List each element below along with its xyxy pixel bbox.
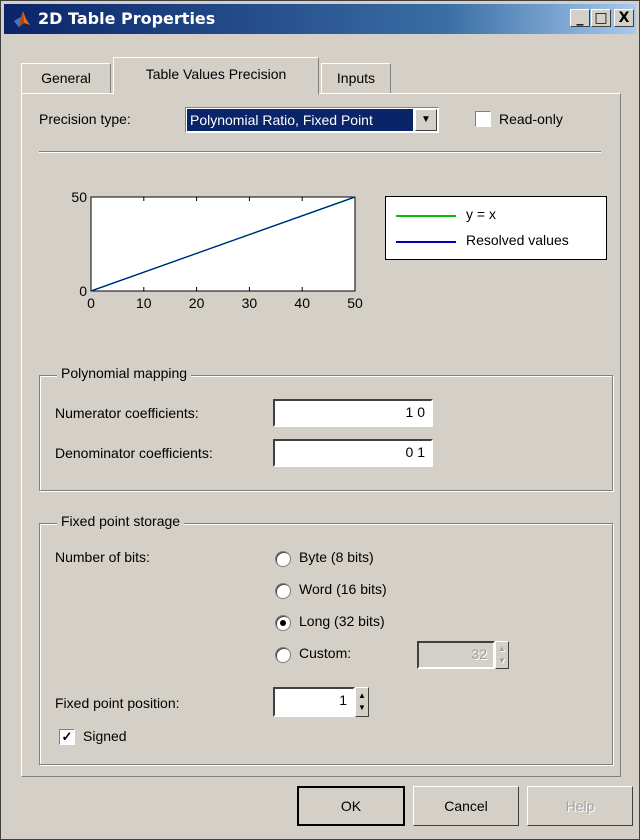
polynomial-mapping-group: [39, 375, 613, 491]
denominator-field[interactable]: 0 1: [273, 439, 433, 467]
precision-type-label: Precision type:: [39, 111, 131, 127]
signed-checkbox[interactable]: ✓: [59, 729, 75, 745]
radio-custom[interactable]: [275, 647, 291, 663]
x-tick-label: 0: [87, 295, 95, 311]
plot-legend: y = x Resolved values: [385, 196, 607, 260]
y-tick-label: 0: [79, 283, 87, 299]
tab-table-values-precision[interactable]: Table Values Precision: [113, 57, 319, 95]
fixed-point-storage-title: Fixed point storage: [57, 513, 185, 529]
tab-inputs[interactable]: Inputs: [321, 63, 391, 93]
radio-word-label: Word (16 bits): [299, 581, 387, 597]
fixed-point-position-field[interactable]: 1: [273, 687, 355, 717]
fixed-point-position-label: Fixed point position:: [55, 695, 180, 711]
tab-general[interactable]: General: [21, 63, 111, 93]
legend-line-green: [396, 215, 456, 217]
spin-up-icon[interactable]: ▲: [357, 691, 367, 701]
chevron-down-icon[interactable]: ▼: [415, 109, 437, 131]
legend-label: Resolved values: [466, 232, 569, 248]
y-tick-label: 50: [71, 189, 87, 205]
dialog-window: 2D Table Properties _ □ X General Table …: [0, 0, 640, 840]
radio-long[interactable]: [275, 615, 291, 631]
read-only-checkbox[interactable]: [475, 111, 491, 127]
custom-bits-spinner[interactable]: ▲ ▼: [495, 641, 509, 669]
spin-up-icon[interactable]: ▲: [497, 644, 507, 654]
divider: [39, 151, 601, 153]
numerator-field[interactable]: 1 0: [273, 399, 433, 427]
radio-byte-label: Byte (8 bits): [299, 549, 374, 565]
x-tick-label: 20: [189, 295, 205, 311]
custom-bits-field[interactable]: 32: [417, 641, 495, 669]
title-bar[interactable]: 2D Table Properties _ □ X: [4, 4, 636, 34]
denominator-label: Denominator coefficients:: [55, 445, 213, 461]
window-title: 2D Table Properties: [38, 9, 216, 28]
help-button[interactable]: Help: [527, 786, 633, 826]
spin-down-icon[interactable]: ▼: [357, 703, 367, 713]
maximize-button[interactable]: □: [591, 9, 611, 27]
minimize-button[interactable]: _: [570, 9, 590, 27]
x-tick-label: 10: [136, 295, 152, 311]
legend-label: y = x: [466, 206, 496, 222]
cancel-button[interactable]: Cancel: [413, 786, 519, 826]
x-tick-label: 30: [242, 295, 258, 311]
radio-byte[interactable]: [275, 551, 291, 567]
precision-type-select[interactable]: Polynomial Ratio, Fixed Point ▼: [185, 107, 439, 133]
ok-button[interactable]: OK: [297, 786, 405, 826]
legend-line-blue: [396, 241, 456, 243]
x-tick-label: 40: [294, 295, 310, 311]
radio-selected-dot: [280, 620, 286, 626]
read-only-label: Read-only: [499, 111, 563, 127]
matlab-logo-icon: [14, 11, 30, 27]
fixed-point-position-spinner[interactable]: ▲ ▼: [355, 687, 369, 717]
number-of-bits-label: Number of bits:: [55, 549, 150, 565]
numerator-label: Numerator coefficients:: [55, 405, 199, 421]
close-button[interactable]: X: [614, 9, 634, 27]
x-tick-label: 50: [347, 295, 363, 311]
radio-long-label: Long (32 bits): [299, 613, 385, 629]
polynomial-mapping-title: Polynomial mapping: [57, 365, 192, 381]
radio-custom-label: Custom:: [299, 645, 352, 661]
precision-plot: 0 10 20 30 40 50 0 50: [71, 189, 363, 311]
precision-type-value: Polynomial Ratio, Fixed Point: [187, 109, 413, 131]
signed-label: Signed: [83, 728, 127, 744]
spin-down-icon[interactable]: ▼: [497, 656, 507, 666]
radio-word[interactable]: [275, 583, 291, 599]
checkmark-icon: ✓: [61, 729, 73, 744]
